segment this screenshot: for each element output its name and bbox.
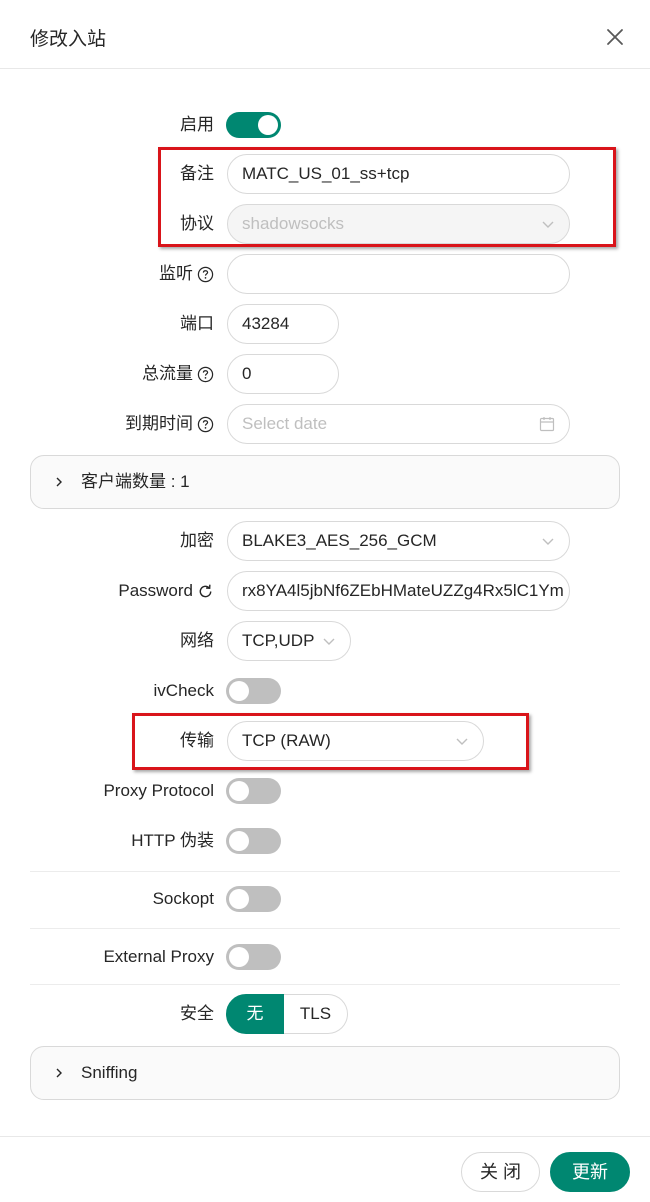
update-button[interactable]: 更新 — [550, 1152, 630, 1192]
total-traffic-input[interactable]: 0 — [227, 354, 339, 394]
security-option-tls[interactable]: TLS — [284, 994, 348, 1034]
ivcheck-row: ivCheck — [0, 671, 650, 711]
remark-input[interactable]: MATC_US_01_ss+tcp — [227, 154, 570, 194]
port-label: 端口 — [180, 314, 214, 333]
divider — [30, 871, 620, 872]
switch-knob — [258, 115, 278, 135]
sniffing-collapse-label: Sniffing — [81, 1063, 138, 1082]
total-traffic-label: 总流量 — [142, 354, 214, 394]
remark-row: 备注 MATC_US_01_ss+tcp — [0, 154, 650, 194]
chevron-down-icon — [542, 221, 554, 228]
enable-row: 启用 — [0, 105, 650, 145]
ivcheck-label: ivCheck — [153, 681, 214, 700]
transport-row: 传输 TCP (RAW) — [0, 721, 650, 761]
protocol-value: shadowsocks — [242, 214, 345, 233]
help-circle-icon[interactable] — [197, 366, 214, 383]
encryption-label: 加密 — [180, 531, 214, 550]
modal-header: 修改入站 — [0, 0, 650, 69]
chevron-down-icon — [542, 538, 554, 545]
sockopt-row: Sockopt — [0, 879, 650, 919]
expiry-placeholder: Select date — [242, 414, 328, 433]
clients-collapse[interactable]: 客户端数量 : 1 — [30, 455, 620, 509]
refresh-icon[interactable] — [197, 583, 214, 600]
help-circle-icon[interactable] — [197, 416, 214, 433]
sockopt-label: Sockopt — [152, 889, 214, 908]
enable-switch[interactable] — [226, 112, 281, 138]
listen-input[interactable] — [227, 254, 570, 294]
external-proxy-switch[interactable] — [226, 944, 281, 970]
http-disguise-switch[interactable] — [226, 828, 281, 854]
expiry-row: 到期时间 Select date — [0, 404, 650, 444]
help-circle-icon[interactable] — [197, 266, 214, 283]
listen-label: 监听 — [159, 254, 214, 294]
close-button[interactable]: 关 闭 — [461, 1152, 540, 1192]
switch-knob — [229, 781, 249, 801]
divider — [30, 928, 620, 929]
listen-row: 监听 — [0, 254, 650, 294]
security-radio-group: 无 TLS — [226, 994, 348, 1034]
switch-knob — [229, 831, 249, 851]
http-disguise-label: HTTP 伪装 — [131, 831, 214, 850]
external-proxy-row: External Proxy — [0, 937, 650, 977]
enable-label: 启用 — [180, 115, 214, 134]
modal-footer: 关 闭 更新 — [0, 1136, 650, 1202]
sniffing-collapse[interactable]: Sniffing — [30, 1046, 620, 1100]
security-label: 安全 — [180, 1004, 214, 1023]
security-row: 安全 无 TLS — [0, 994, 650, 1034]
clients-collapse-label: 客户端数量 : 1 — [81, 472, 190, 491]
port-input[interactable]: 43284 — [227, 304, 339, 344]
total-traffic-row: 总流量 0 — [0, 354, 650, 394]
switch-knob — [229, 947, 249, 967]
transport-value: TCP (RAW) — [242, 731, 331, 750]
proxy-protocol-label: Proxy Protocol — [103, 781, 214, 800]
password-row: Password rx8YA4l5jbNf6ZEbHMateUZZg4Rx5lC… — [0, 571, 650, 611]
encryption-select[interactable]: BLAKE3_AES_256_GCM — [227, 521, 570, 561]
proxy-protocol-row: Proxy Protocol — [0, 771, 650, 811]
network-row: 网络 TCP,UDP — [0, 621, 650, 661]
transport-select[interactable]: TCP (RAW) — [227, 721, 484, 761]
remark-label: 备注 — [180, 164, 214, 183]
switch-knob — [229, 889, 249, 909]
chevron-right-icon — [56, 477, 62, 487]
close-icon[interactable] — [602, 24, 628, 50]
password-label: Password — [118, 571, 214, 611]
chevron-down-icon — [456, 738, 468, 745]
http-disguise-row: HTTP 伪装 — [0, 821, 650, 861]
expiry-label: 到期时间 — [125, 404, 214, 444]
network-label: 网络 — [180, 631, 214, 650]
security-option-none[interactable]: 无 — [226, 994, 284, 1034]
encryption-value: BLAKE3_AES_256_GCM — [242, 531, 437, 550]
protocol-row: 协议 shadowsocks — [0, 204, 650, 244]
password-input[interactable]: rx8YA4l5jbNf6ZEbHMateUZZg4Rx5lC1Ym — [227, 571, 570, 611]
encryption-row: 加密 BLAKE3_AES_256_GCM — [0, 521, 650, 561]
chevron-right-icon — [56, 1068, 62, 1078]
port-row: 端口 43284 — [0, 304, 650, 344]
sockopt-switch[interactable] — [226, 886, 281, 912]
edit-inbound-modal: 修改入站 启用 备注 MATC_US_01_ss+tcp 协议 shadowso… — [0, 0, 650, 1202]
protocol-select[interactable]: shadowsocks — [227, 204, 570, 244]
chevron-down-icon — [323, 638, 335, 645]
proxy-protocol-switch[interactable] — [226, 778, 281, 804]
divider — [30, 984, 620, 985]
network-select[interactable]: TCP,UDP — [227, 621, 351, 661]
network-value: TCP,UDP — [242, 631, 315, 650]
protocol-label: 协议 — [180, 214, 214, 233]
ivcheck-switch[interactable] — [226, 678, 281, 704]
external-proxy-label: External Proxy — [103, 947, 214, 966]
modal-title: 修改入站 — [30, 29, 107, 50]
expiry-date-picker[interactable]: Select date — [227, 404, 570, 444]
calendar-icon — [539, 417, 555, 432]
switch-knob — [229, 681, 249, 701]
transport-label: 传输 — [180, 731, 214, 750]
